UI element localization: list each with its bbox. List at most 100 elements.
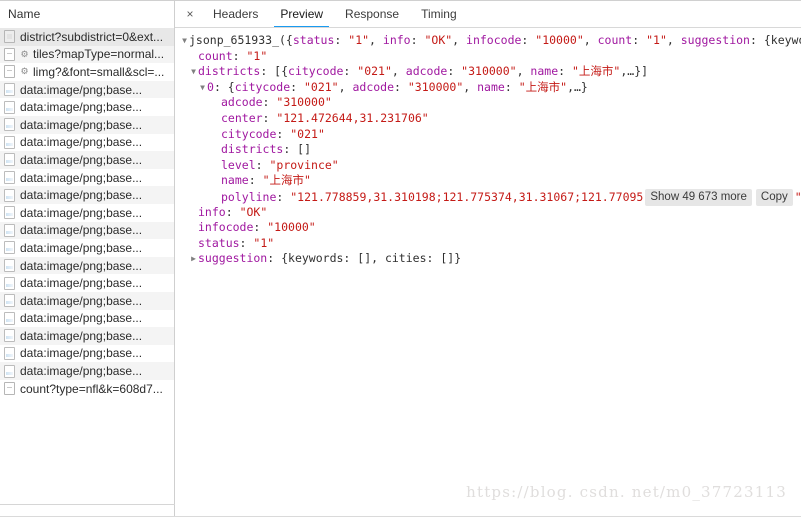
json-line-districts[interactable]: ▼ districts: [{citycode: "021", adcode: "… (175, 64, 801, 80)
image-icon (4, 135, 15, 149)
request-list: district?subdistrict=0&ext... ⚙ tiles?mapT… (0, 28, 174, 398)
close-icon[interactable]: × (178, 8, 202, 20)
json-line-infocode[interactable]: infocode: "10000" (175, 220, 801, 236)
json-line-district-0[interactable]: ▼ 0: {citycode: "021", adcode: "310000", … (175, 80, 801, 96)
json-line-adcode[interactable]: adcode: "310000" (175, 95, 801, 111)
image-icon (4, 206, 15, 220)
image-icon (4, 153, 15, 167)
request-row-label: data:image/png;base... (20, 135, 143, 150)
json-line-info[interactable]: info: "OK" (175, 205, 801, 221)
request-list-header: Name (0, 0, 175, 28)
request-row[interactable]: count?type=nfl&k=608d7... (0, 379, 174, 398)
request-row[interactable]: ⚙ limg?&font=small&scl=... (0, 63, 174, 81)
json-line-count[interactable]: count: "1" (175, 49, 801, 65)
image-icon (4, 241, 15, 255)
tab-headers[interactable]: Headers (202, 1, 269, 28)
request-row[interactable]: data:image/png;base... (0, 327, 174, 345)
json-line-citycode[interactable]: citycode: "021" (175, 127, 801, 143)
request-row-label: data:image/png;base... (20, 346, 143, 361)
show-more-button[interactable]: Show 49 673 more (645, 188, 752, 206)
request-row[interactable]: district?subdistrict=0&ext... (0, 28, 174, 46)
detail-tab-bar: × Headers Preview Response Timing (175, 0, 801, 28)
preview-pane[interactable]: ▼ jsonp_651933_({status: "1", info: "OK",… (175, 28, 801, 517)
sidebar-bottom-divider (0, 504, 175, 505)
request-row[interactable]: data:image/png;base... (0, 221, 174, 240)
request-row[interactable]: data:image/png;base... (0, 168, 174, 187)
request-row-label: data:image/png;base... (20, 100, 143, 115)
image-icon (4, 83, 15, 97)
request-row[interactable]: data:image/png;base... (0, 256, 174, 275)
request-row-label: data:image/png;base... (20, 188, 143, 203)
request-row[interactable]: data:image/png;base... (0, 291, 174, 310)
request-row[interactable]: data:image/png;base... (0, 362, 174, 380)
request-row[interactable]: data:image/png;base... (0, 115, 174, 134)
json-line-districts-empty[interactable]: districts: [] (175, 142, 801, 158)
request-row[interactable]: data:image/png;base... (0, 98, 174, 116)
request-row-label: limg?&font=small&scl=... (33, 64, 165, 79)
json-line-suggestion[interactable]: ▶ suggestion: {keywords: [], cities: []} (175, 251, 801, 267)
request-row[interactable]: data:image/png;base... (0, 151, 174, 169)
request-row-label: data:image/png;base... (20, 117, 143, 132)
request-row[interactable]: data:image/png;base... (0, 186, 174, 204)
request-row[interactable]: ⚙ tiles?mapType=normal... (0, 45, 174, 64)
request-row-label: data:image/png;base... (20, 205, 143, 220)
panel-body: district?subdistrict=0&ext... ⚙ tiles?mapT… (0, 28, 801, 517)
request-list-panel[interactable]: district?subdistrict=0&ext... ⚙ tiles?mapT… (0, 28, 175, 517)
json-line-name[interactable]: name: "上海市" (175, 173, 801, 189)
image-icon (4, 364, 15, 378)
request-row[interactable]: data:image/png;base... (0, 309, 174, 328)
image-icon (4, 118, 15, 132)
column-header-name[interactable]: Name (8, 7, 40, 21)
request-row-label: data:image/png;base... (20, 364, 143, 379)
document-icon (4, 30, 15, 44)
request-row-label: tiles?mapType=normal... (33, 47, 165, 62)
request-row-label: data:image/png;base... (20, 223, 143, 238)
request-row-label: data:image/png;base... (20, 311, 143, 326)
request-row[interactable]: data:image/png;base... (0, 344, 174, 363)
image-icon (4, 294, 15, 308)
disclosure-triangle-open-icon[interactable]: ▼ (189, 64, 198, 80)
image-icon (4, 171, 15, 185)
panel-top-strip: Name × Headers Preview Response Timing (0, 0, 801, 28)
watermark-text: https://blog. csdn. net/m0_37723113 (466, 483, 787, 501)
image-icon (4, 188, 15, 202)
tab-response[interactable]: Response (334, 1, 410, 28)
request-row-label: data:image/png;base... (20, 170, 143, 185)
request-row[interactable]: data:image/png;base... (0, 203, 174, 222)
devtools-network-panel: Name × Headers Preview Response Timing d… (0, 0, 801, 517)
copy-button[interactable]: Copy (755, 188, 793, 206)
disclosure-triangle-open-icon[interactable]: ▼ (180, 33, 189, 49)
gear-icon: ⚙ (20, 48, 29, 59)
request-row[interactable]: data:image/png;base... (0, 133, 174, 152)
image-icon (4, 276, 15, 290)
json-line-root[interactable]: ▼ jsonp_651933_({status: "1", info: "OK",… (175, 33, 801, 49)
disclosure-triangle-closed-icon[interactable]: ▶ (189, 251, 198, 267)
image-icon (4, 259, 15, 273)
request-row[interactable]: data:image/png;base... (0, 274, 174, 292)
request-row-label: data:image/png;base... (20, 293, 143, 308)
json-line-polyline[interactable]: polyline: "121.778859,31.310198;121.7753… (175, 188, 801, 206)
image-icon (4, 100, 15, 114)
json-line-center[interactable]: center: "121.472644,31.231706" (175, 111, 801, 127)
request-row-label: count?type=nfl&k=608d7... (20, 381, 163, 396)
request-row[interactable]: data:image/png;base... (0, 80, 174, 99)
tab-preview[interactable]: Preview (269, 1, 334, 28)
gear-icon: ⚙ (20, 66, 29, 77)
image-icon (4, 311, 15, 325)
request-row-label: data:image/png;base... (20, 276, 143, 291)
request-row-label: data:image/png;base... (20, 82, 143, 97)
json-line-status[interactable]: status: "1" (175, 236, 801, 252)
request-row-label: data:image/png;base... (20, 152, 143, 167)
image-icon (4, 223, 15, 237)
document-icon (4, 47, 15, 61)
json-line-level[interactable]: level: "province" (175, 158, 801, 174)
tab-timing[interactable]: Timing (410, 1, 468, 28)
document-icon (4, 65, 15, 79)
request-row-label: data:image/png;base... (20, 328, 143, 343)
request-row[interactable]: data:image/png;base... (0, 239, 174, 257)
request-row-label: data:image/png;base... (20, 240, 143, 255)
document-icon (4, 382, 15, 396)
image-icon (4, 346, 15, 360)
request-row-label: data:image/png;base... (20, 258, 143, 273)
disclosure-triangle-open-icon[interactable]: ▼ (198, 80, 207, 96)
